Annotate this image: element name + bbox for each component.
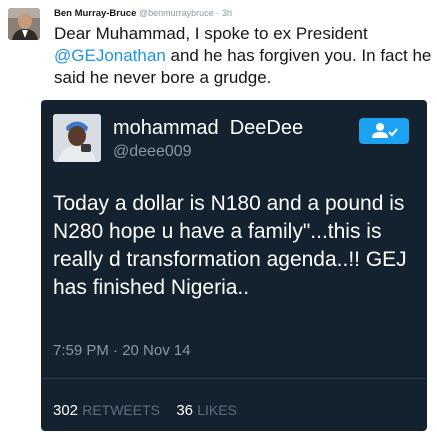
- likes-count: 36: [176, 402, 194, 419]
- follow-button[interactable]: [359, 118, 409, 144]
- retweets-stat[interactable]: 302 RETWEETS: [53, 402, 160, 419]
- avatar-photo: [8, 8, 40, 40]
- likes-stat[interactable]: 36 LIKES: [176, 402, 237, 419]
- separator: ·: [216, 8, 220, 18]
- engagement-stats: 302 RETWEETS 36 LIKES: [53, 400, 237, 421]
- tweet-text-part1: Dear Muhammad, I spoke to ex President: [54, 24, 368, 43]
- embedded-tweet-text: Today a dollar is N180 and a pound is N2…: [53, 192, 407, 299]
- likes-label: LIKES: [197, 402, 237, 418]
- divider: [41, 378, 427, 379]
- embedded-author-handle[interactable]: @deee009: [113, 142, 192, 162]
- embedded-avatar[interactable]: [53, 114, 101, 162]
- embedded-timestamp[interactable]: 7:59 PM · 20 Nov 14: [53, 341, 191, 361]
- tweet-time[interactable]: 3h: [222, 8, 232, 18]
- embedded-author-name[interactable]: mohammad DeeDee: [113, 116, 303, 140]
- mention-link[interactable]: @GEJonathan: [54, 46, 166, 65]
- embedded-avatar-photo: [53, 114, 101, 162]
- add-user-icon: [372, 123, 398, 138]
- retweets-label: RETWEETS: [82, 402, 160, 418]
- tweet-header: Ben Murray-Bruce @benmurraybruce · 3h: [54, 6, 232, 20]
- retweets-count: 302: [53, 402, 79, 419]
- author-handle[interactable]: @benmurraybruce: [139, 8, 214, 18]
- embedded-tweet[interactable]: mohammad DeeDee @deee009 Today a dollar …: [41, 100, 427, 431]
- author-name[interactable]: Ben Murray-Bruce: [54, 8, 136, 19]
- avatar[interactable]: [8, 8, 40, 40]
- tweet-text: Dear Muhammad, I spoke to ex President @…: [54, 23, 434, 89]
